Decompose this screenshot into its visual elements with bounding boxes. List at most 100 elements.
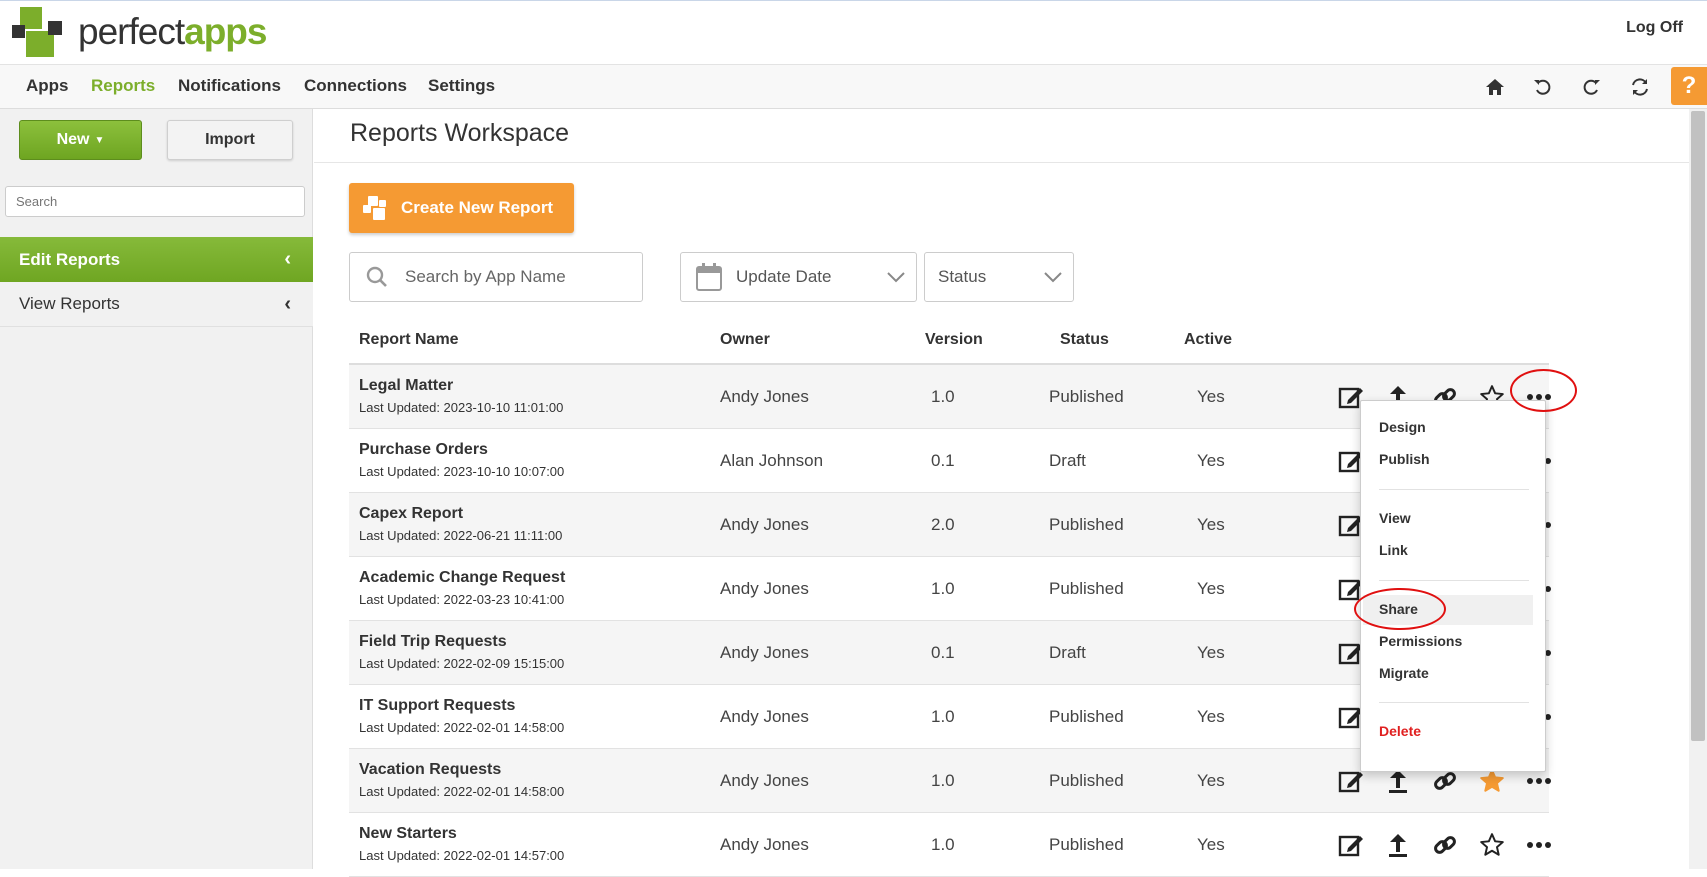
active-cell: Yes <box>1197 515 1225 534</box>
chevron-down-icon <box>886 267 906 292</box>
column-header-report-name[interactable]: Report Name <box>359 331 459 349</box>
home-icon[interactable] <box>1481 73 1509 101</box>
active-cell: Yes <box>1197 707 1225 726</box>
link-icon[interactable] <box>1428 828 1462 862</box>
nav-item-connections[interactable]: Connections <box>304 76 407 96</box>
log-off-link[interactable]: Log Off <box>1626 19 1683 37</box>
version-cell: 1.0 <box>931 579 955 598</box>
import-button[interactable]: Import <box>167 120 293 160</box>
menu-item-publish[interactable]: Publish <box>1379 451 1430 467</box>
last-updated: Last Updated: 2022-02-01 14:58:00 <box>359 784 565 799</box>
active-cell: Yes <box>1197 835 1225 854</box>
status-cell: Published <box>1049 515 1124 534</box>
redo-icon[interactable] <box>1577 73 1605 101</box>
version-cell: 1.0 <box>931 771 955 790</box>
update-date-filter[interactable]: Update Date <box>680 252 917 302</box>
caret-down-icon: ▼ <box>94 134 105 146</box>
owner-cell: Andy Jones <box>720 643 809 662</box>
column-header-active[interactable]: Active <box>1184 331 1232 349</box>
calendar-icon <box>696 263 722 291</box>
menu-item-link[interactable]: Link <box>1379 542 1408 558</box>
sidebar-item-view-reports[interactable]: View Reports ‹ <box>0 282 313 327</box>
column-header-version[interactable]: Version <box>925 331 983 349</box>
nav-item-settings[interactable]: Settings <box>428 76 495 96</box>
perfectapps-logo[interactable]: perfectapps <box>12 7 282 59</box>
version-cell: 1.0 <box>931 387 955 406</box>
report-name[interactable]: Capex Report <box>359 505 463 523</box>
report-name[interactable]: IT Support Requests <box>359 697 515 715</box>
owner-cell: Andy Jones <box>720 387 809 406</box>
last-updated: Last Updated: 2022-02-01 14:58:00 <box>359 720 565 735</box>
menu-divider <box>1379 489 1529 490</box>
sidebar: New▼ Import Edit Reports ‹ View Reports … <box>0 109 313 869</box>
status-cell: Published <box>1049 387 1124 406</box>
menu-item-design[interactable]: Design <box>1379 419 1426 435</box>
top-bar: perfectapps Log Off <box>0 0 1707 64</box>
report-name[interactable]: Academic Change Request <box>359 569 565 587</box>
report-name[interactable]: Field Trip Requests <box>359 633 507 651</box>
scrollbar-thumb[interactable] <box>1691 111 1705 741</box>
status-cell: Draft <box>1049 643 1086 662</box>
column-header-status[interactable]: Status <box>1060 331 1109 349</box>
search-by-app-input[interactable]: Search by App Name <box>349 252 643 302</box>
create-new-report-button[interactable]: Create New Report <box>349 183 574 233</box>
menu-item-view[interactable]: View <box>1379 510 1411 526</box>
sidebar-item-edit-reports[interactable]: Edit Reports ‹ <box>0 237 313 282</box>
active-cell: Yes <box>1197 451 1225 470</box>
owner-cell: Andy Jones <box>720 515 809 534</box>
status-filter[interactable]: Status <box>924 252 1074 302</box>
nav-item-apps[interactable]: Apps <box>26 76 69 96</box>
active-cell: Yes <box>1197 579 1225 598</box>
owner-cell: Andy Jones <box>720 835 809 854</box>
report-name[interactable]: Legal Matter <box>359 377 453 395</box>
owner-cell: Andy Jones <box>720 579 809 598</box>
column-header-owner[interactable]: Owner <box>720 331 770 349</box>
sidebar-search-input[interactable] <box>5 186 305 217</box>
menu-divider <box>1379 580 1529 581</box>
upload-icon[interactable] <box>1381 828 1415 862</box>
help-button[interactable]: ? <box>1671 67 1707 105</box>
last-updated: Last Updated: 2023-10-10 10:07:00 <box>359 464 565 479</box>
star-icon[interactable] <box>1475 828 1509 862</box>
search-icon <box>365 265 389 289</box>
status-cell: Published <box>1049 579 1124 598</box>
last-updated: Last Updated: 2022-06-21 11:11:00 <box>359 528 563 543</box>
menu-item-migrate[interactable]: Migrate <box>1379 665 1429 681</box>
row-actions-menu: Design Publish View Link Share Permissio… <box>1360 400 1546 772</box>
last-updated: Last Updated: 2022-02-09 15:15:00 <box>359 656 565 671</box>
table-row[interactable]: New Starters Last Updated: 2022-02-01 14:… <box>349 813 1551 877</box>
undo-icon[interactable] <box>1529 73 1557 101</box>
new-button[interactable]: New ▼ <box>19 120 142 160</box>
vertical-scrollbar[interactable] <box>1689 109 1707 869</box>
version-cell: 1.0 <box>931 835 955 854</box>
chevron-left-icon: ‹ <box>284 293 291 315</box>
active-cell: Yes <box>1197 771 1225 790</box>
menu-divider <box>1379 702 1529 703</box>
edit-icon[interactable] <box>1334 828 1368 862</box>
last-updated: Last Updated: 2023-10-10 11:01:00 <box>359 400 564 415</box>
status-cell: Published <box>1049 771 1124 790</box>
nav-item-notifications[interactable]: Notifications <box>178 76 281 96</box>
row-actions <box>1334 828 1554 862</box>
report-name[interactable]: Vacation Requests <box>359 761 501 779</box>
divider <box>314 162 1689 163</box>
active-cell: Yes <box>1197 643 1225 662</box>
chevron-down-icon <box>1043 267 1063 292</box>
report-name[interactable]: Purchase Orders <box>359 441 488 459</box>
logo-wordmark: perfectapps <box>78 11 267 52</box>
sidebar-item-label: View Reports <box>19 294 120 313</box>
last-updated: Last Updated: 2022-03-23 10:41:00 <box>359 592 565 607</box>
version-cell: 0.1 <box>931 643 955 662</box>
page-title: Reports Workspace <box>350 119 570 147</box>
last-updated: Last Updated: 2022-02-01 14:57:00 <box>359 848 565 863</box>
menu-item-permissions[interactable]: Permissions <box>1379 633 1462 649</box>
menu-item-share[interactable]: Share <box>1379 601 1418 617</box>
nav-item-reports[interactable]: Reports <box>91 76 155 96</box>
refresh-icon[interactable] <box>1626 73 1654 101</box>
status-cell: Published <box>1049 835 1124 854</box>
owner-cell: Andy Jones <box>720 707 809 726</box>
menu-item-delete[interactable]: Delete <box>1379 723 1421 739</box>
owner-cell: Alan Johnson <box>720 451 824 470</box>
report-name[interactable]: New Starters <box>359 825 457 843</box>
more-options-icon[interactable] <box>1522 828 1556 862</box>
